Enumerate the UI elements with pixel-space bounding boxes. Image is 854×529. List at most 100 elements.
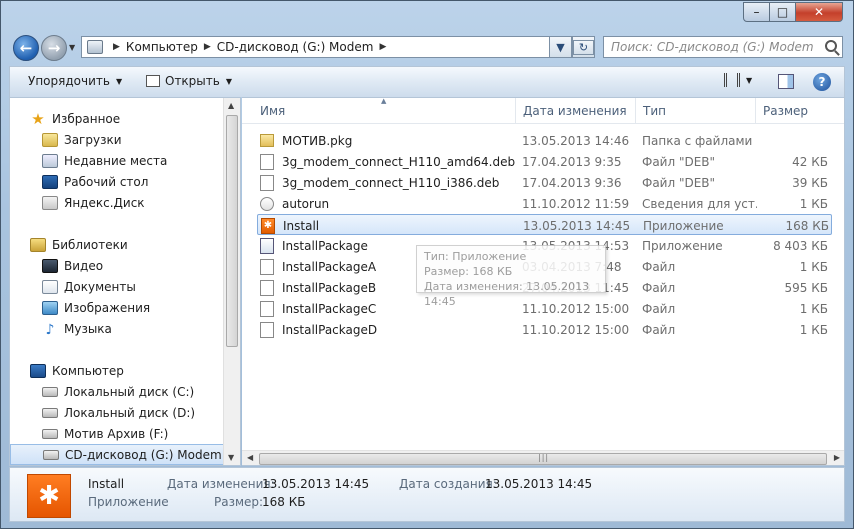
file-name-cell: МОТИВ.pkg bbox=[260, 130, 515, 151]
file-name: InstallPackageC bbox=[282, 301, 377, 316]
nav-scroll-thumb[interactable] bbox=[226, 115, 238, 347]
nav-label: Компьютер bbox=[52, 363, 124, 378]
file-date: 13.05.2013 14:45 bbox=[523, 218, 631, 233]
tooltip-size: Размер: 168 КБ bbox=[424, 265, 513, 278]
chevron-right-icon[interactable]: ▶ bbox=[379, 42, 386, 52]
column-type[interactable]: Тип bbox=[636, 98, 756, 124]
file-type: Папка с файлами bbox=[642, 133, 753, 148]
close-button[interactable]: ✕ bbox=[795, 2, 843, 22]
nav-item-drive-f[interactable]: Мотив Архив (F:) bbox=[10, 423, 224, 444]
forward-button[interactable]: → bbox=[41, 35, 67, 61]
nav-item-drive-d[interactable]: Локальный диск (D:) bbox=[10, 402, 224, 423]
column-name[interactable]: Имя bbox=[253, 98, 516, 124]
setup-icon bbox=[260, 237, 274, 254]
nav-label: Видео bbox=[64, 258, 104, 273]
file-name: МОТИВ.pkg bbox=[282, 133, 353, 148]
documents-library-icon bbox=[42, 279, 58, 294]
nav-item-drive-c[interactable]: Локальный диск (C:) bbox=[10, 381, 224, 402]
breadcrumb-computer[interactable]: Компьютер bbox=[126, 40, 198, 54]
scroll-up-icon[interactable]: ▲ bbox=[228, 101, 234, 110]
breadcrumb-cd-drive[interactable]: CD-дисковод (G:) Modem bbox=[217, 40, 374, 54]
file-name: InstallPackageB bbox=[282, 280, 377, 295]
file-date: 13.05.2013 14:46 bbox=[522, 133, 630, 148]
file-date: 17.04.2013 9:35 bbox=[522, 154, 622, 169]
file-row[interactable]: InstallPackageD 11.10.2012 15:00 Файл 1 … bbox=[257, 319, 832, 340]
column-date-modified[interactable]: Дата изменения bbox=[516, 98, 636, 124]
file-row-selected[interactable]: ✱ Install 13.05.2013 14:45 Приложение 168… bbox=[257, 214, 832, 235]
details-created-label: Дата создания: bbox=[399, 477, 497, 491]
nav-computer[interactable]: Компьютер bbox=[10, 360, 224, 381]
chevron-right-icon[interactable]: ▶ bbox=[113, 42, 120, 52]
help-icon: ? bbox=[818, 75, 826, 89]
file-date: 11.10.2012 11:59 bbox=[522, 196, 630, 211]
libraries-icon bbox=[30, 237, 46, 252]
view-list-icon bbox=[724, 73, 740, 87]
recent-pages-dropdown[interactable]: ▼ bbox=[69, 43, 75, 52]
nav-item-recent-places[interactable]: Недавние места bbox=[10, 150, 224, 171]
nav-item-desktop[interactable]: Рабочий стол bbox=[10, 171, 224, 192]
nav-label: Недавние места bbox=[64, 153, 168, 168]
search-icon[interactable] bbox=[825, 40, 837, 52]
preview-pane-button[interactable] bbox=[778, 74, 794, 89]
nav-item-video[interactable]: Видео bbox=[10, 255, 224, 276]
nav-libraries[interactable]: Библиотеки bbox=[10, 234, 224, 255]
file-tooltip: Тип: Приложение Размер: 168 КБ Дата изме… bbox=[416, 245, 606, 308]
column-headers: ▲ Имя Дата изменения Тип Размер bbox=[242, 98, 844, 124]
open-label: Открыть bbox=[165, 74, 220, 88]
file-size: 1 КБ bbox=[799, 259, 828, 274]
help-button[interactable]: ? bbox=[813, 73, 831, 91]
file-name-cell: autorun bbox=[260, 193, 515, 214]
scroll-right-icon[interactable]: ▶ bbox=[834, 453, 840, 462]
nav-item-downloads[interactable]: Загрузки bbox=[10, 129, 224, 150]
address-row: ← → ▼ ▶ Компьютер ▶ CD-дисковод (G:) Mod… bbox=[1, 31, 853, 65]
file-row[interactable]: 3g_modem_connect_H110_amd64.deb 17.04.20… bbox=[257, 151, 832, 172]
search-input[interactable]: Поиск: CD-дисковод (G:) Modem bbox=[603, 36, 843, 58]
horizontal-scrollbar[interactable]: ◀ ||| ▶ bbox=[242, 450, 844, 465]
command-bar: Упорядочить ▼ Открыть ▼ ▼ ? bbox=[9, 66, 845, 97]
back-button[interactable]: ← bbox=[13, 35, 39, 61]
star-icon: ★ bbox=[31, 109, 45, 128]
file-type: Файл "DEB" bbox=[642, 175, 716, 190]
organize-button[interactable]: Упорядочить ▼ bbox=[28, 74, 122, 88]
title-bar[interactable]: – □ ✕ bbox=[1, 1, 853, 31]
nav-item-music[interactable]: ♪ Музыка bbox=[10, 318, 224, 339]
nav-item-images[interactable]: Изображения bbox=[10, 297, 224, 318]
column-label: Размер bbox=[763, 104, 809, 118]
file-row[interactable]: autorun 11.10.2012 11:59 Сведения для ус… bbox=[257, 193, 832, 214]
file-row[interactable]: МОТИВ.pkg 13.05.2013 14:46 Папка с файла… bbox=[257, 130, 832, 151]
folder-icon bbox=[260, 134, 274, 147]
nav-item-yandex-disk[interactable]: Яндекс.Диск bbox=[10, 192, 224, 213]
file-name: Install bbox=[283, 218, 320, 233]
file-type: Приложение bbox=[642, 238, 723, 253]
arrow-left-icon: ← bbox=[19, 39, 33, 57]
change-view-button[interactable]: ▼ bbox=[724, 73, 752, 87]
file-row[interactable]: 3g_modem_connect_H110_i386.deb 17.04.201… bbox=[257, 172, 832, 193]
nav-label: Загрузки bbox=[64, 132, 122, 147]
file-type: Файл "DEB" bbox=[642, 154, 716, 169]
scroll-left-icon[interactable]: ◀ bbox=[247, 453, 253, 462]
address-dropdown-button[interactable]: ▼ bbox=[549, 36, 572, 58]
file-type: Файл bbox=[642, 259, 676, 274]
nav-vertical-scrollbar[interactable]: ▲ ▼ bbox=[223, 98, 240, 465]
refresh-button[interactable]: ↻ bbox=[572, 36, 595, 58]
column-label: Имя bbox=[260, 104, 286, 118]
tooltip-modified: Дата изменения: 13.05.2013 14:45 bbox=[424, 280, 590, 308]
nav-favorites[interactable]: ★ Избранное bbox=[10, 108, 224, 129]
file-size: 168 КБ bbox=[785, 218, 829, 233]
maximize-button[interactable]: □ bbox=[769, 2, 796, 22]
scroll-down-icon[interactable]: ▼ bbox=[228, 453, 234, 462]
minimize-button[interactable]: – bbox=[743, 2, 770, 22]
scroll-grip-icon: ||| bbox=[538, 453, 550, 462]
address-buttons: ▼ ↻ bbox=[549, 36, 595, 58]
chevron-right-icon[interactable]: ▶ bbox=[204, 42, 211, 52]
address-bar[interactable]: ▶ Компьютер ▶ CD-дисковод (G:) Modem ▶ bbox=[81, 36, 569, 58]
file-name: InstallPackageA bbox=[282, 259, 377, 274]
column-size[interactable]: Размер bbox=[756, 98, 844, 124]
nav-label: Яндекс.Диск bbox=[64, 195, 145, 210]
nav-item-cd-drive[interactable]: CD-дисковод (G:) Modem bbox=[10, 444, 224, 465]
details-modified-value: 13.05.2013 14:45 bbox=[262, 477, 370, 491]
nav-item-documents[interactable]: Документы bbox=[10, 276, 224, 297]
file-date: 11.10.2012 15:00 bbox=[522, 322, 630, 337]
open-button[interactable]: Открыть ▼ bbox=[146, 74, 232, 88]
file-type: Сведения для уст... bbox=[642, 196, 757, 211]
